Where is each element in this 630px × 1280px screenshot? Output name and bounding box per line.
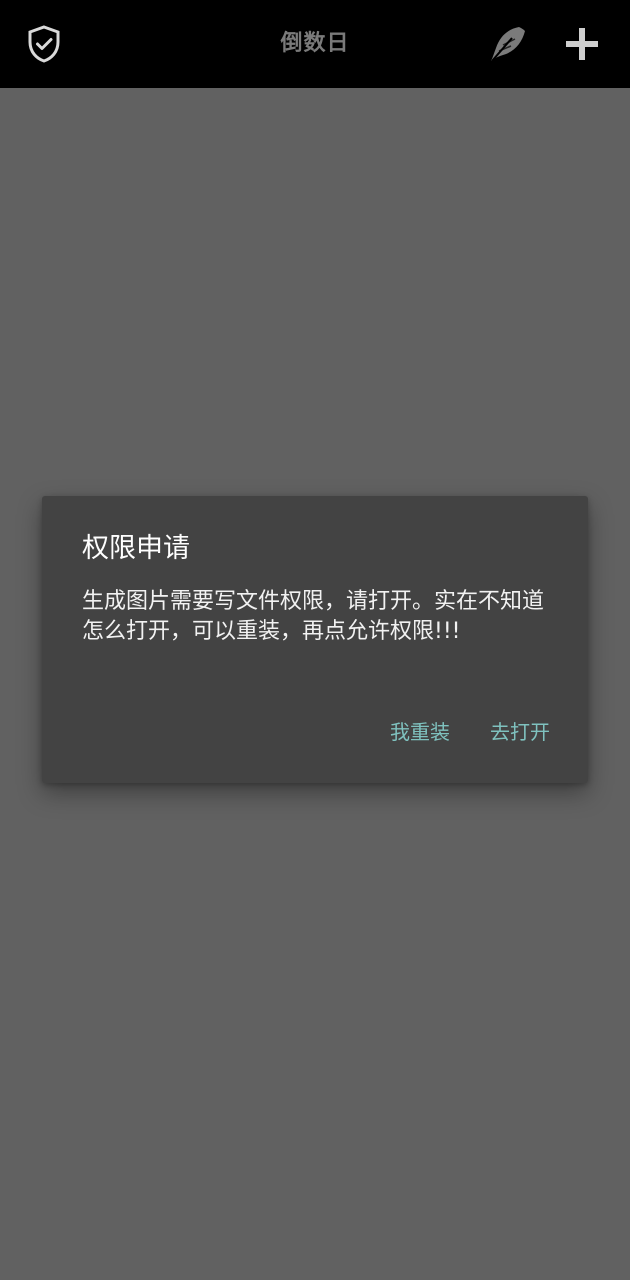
top-app-bar: 倒数日 bbox=[0, 0, 630, 88]
permission-dialog: 权限申请 生成图片需要写文件权限，请打开。实在不知道怎么打开，可以重装，再点允许… bbox=[42, 496, 588, 783]
page-title: 倒数日 bbox=[280, 31, 350, 56]
dialog-actions: 我重装 去打开 bbox=[390, 716, 550, 748]
reinstall-button[interactable]: 我重装 bbox=[390, 716, 450, 748]
dialog-title: 权限申请 bbox=[82, 533, 190, 564]
plus-icon-svg bbox=[566, 28, 598, 60]
open-settings-button[interactable]: 去打开 bbox=[490, 716, 550, 748]
feather-quill-icon[interactable] bbox=[482, 18, 534, 70]
dialog-message: 生成图片需要写文件权限，请打开。实在不知道怎么打开，可以重装，再点允许权限!!! bbox=[82, 589, 545, 644]
feather-quill-icon-svg bbox=[491, 27, 525, 62]
app-screen: 倒数日 权限申请 生成图片需要写文件权限，请打开。实在不知道怎么打开，可以重装，… bbox=[0, 0, 630, 1280]
plus-icon[interactable] bbox=[556, 18, 608, 70]
